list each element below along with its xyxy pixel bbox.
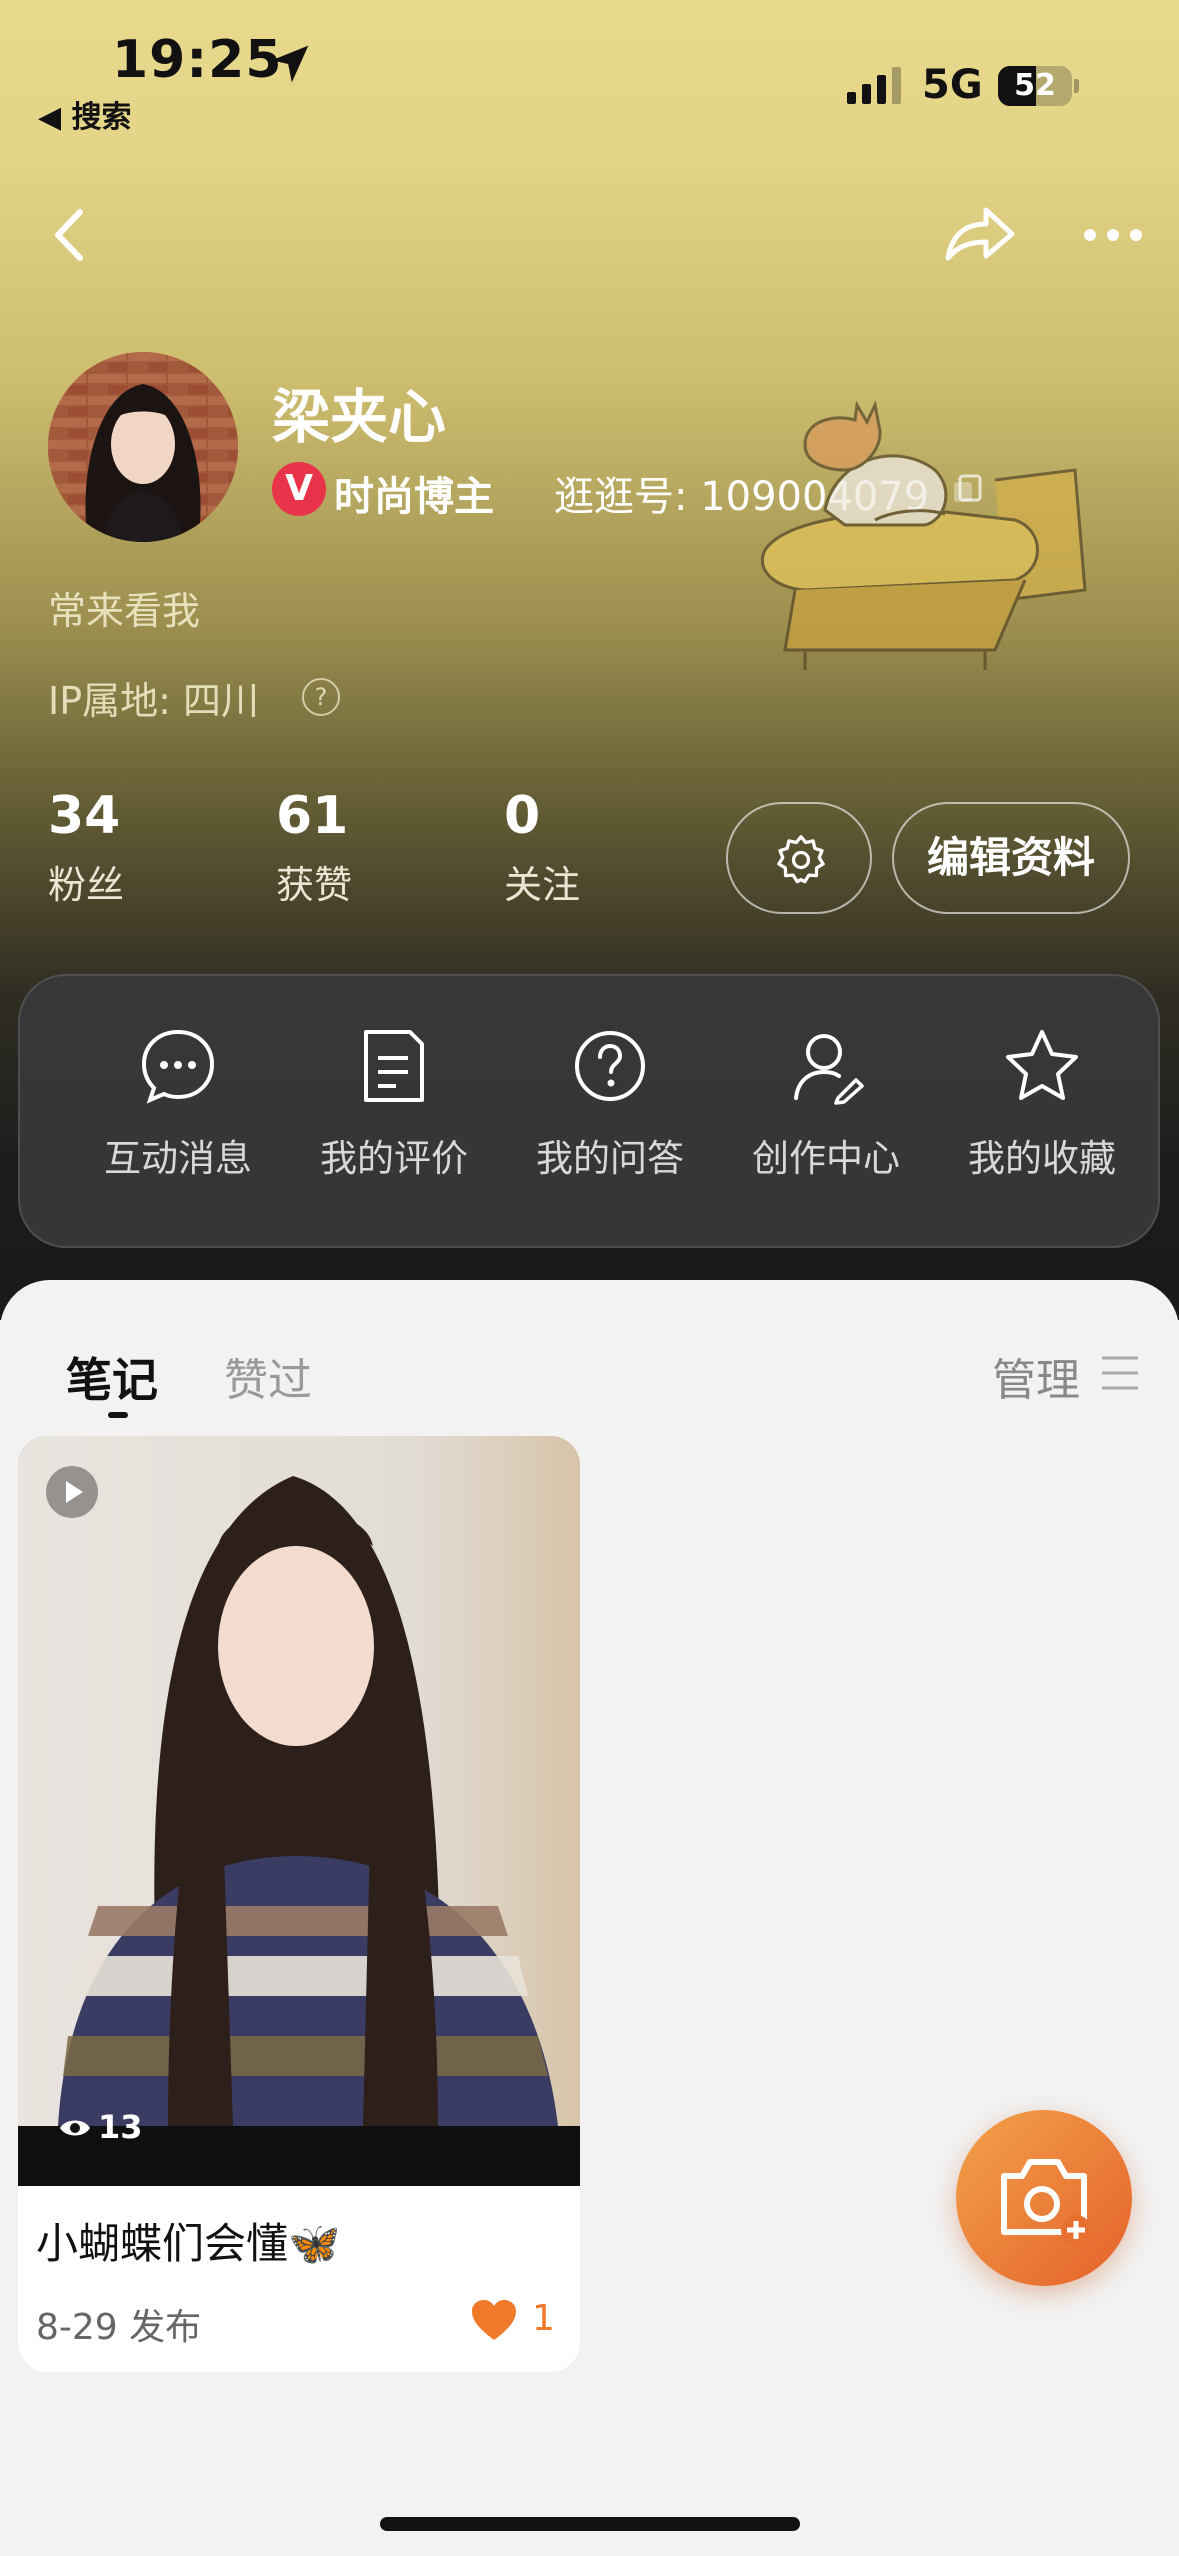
menu-item-label: 我的收藏 [968, 1137, 1116, 1180]
avatar[interactable] [48, 352, 238, 542]
quick-menu: 互动消息 我的评价 我的问答 创作中心 我的收藏 [18, 974, 1160, 1248]
like-count: 1 [532, 2298, 555, 2339]
creator-icon [794, 1034, 864, 1105]
user-role: 时尚博主 [334, 474, 494, 520]
menu-item-label: 创作中心 [752, 1137, 900, 1180]
menu-item-messages[interactable]: 互动消息 [68, 1026, 288, 1182]
stat-label: 关注 [504, 863, 581, 907]
stat-value: 0 [504, 786, 541, 846]
menu-item-label: 我的问答 [536, 1137, 684, 1180]
question-icon [575, 1031, 645, 1101]
stat-following[interactable]: 0 关注 [504, 786, 580, 909]
back-icon[interactable] [40, 200, 100, 270]
battery-percent: 52 [1014, 68, 1056, 103]
battery-indicator: 52 [998, 66, 1080, 106]
share-icon[interactable] [940, 200, 1020, 270]
cellular-signal-icon [847, 67, 901, 104]
edit-profile-button[interactable]: 编辑资料 [892, 802, 1130, 914]
status-time: 19:25 [112, 30, 283, 90]
avatar-photo [48, 352, 238, 542]
verified-badge: V [272, 462, 326, 516]
note-cover-image[interactable]: 13 [18, 1436, 580, 2186]
user-bio: 常来看我 [48, 589, 201, 633]
camera-add-icon [1001, 2159, 1091, 2245]
tab-liked[interactable]: 赞过 [224, 1344, 312, 1408]
heart-icon[interactable] [470, 2298, 518, 2342]
create-post-button[interactable] [956, 2110, 1132, 2286]
menu-item-creator-center[interactable]: 创作中心 [716, 1026, 936, 1182]
active-tab-indicator [108, 1412, 128, 1418]
stat-label: 粉丝 [48, 863, 125, 907]
home-indicator[interactable] [380, 2517, 800, 2531]
ip-location: IP属地: 四川 [48, 679, 260, 723]
eye-icon [60, 2120, 90, 2136]
gear-icon [777, 835, 825, 884]
settings-button[interactable] [726, 802, 872, 914]
network-type: 5G [922, 62, 983, 108]
stat-value: 61 [276, 786, 349, 846]
stat-value: 34 [48, 786, 121, 846]
cat-on-sofa-illustration [761, 400, 1087, 670]
note-title: 小蝴蝶们会懂🦋 [36, 2219, 341, 2268]
note-date: 8-29 发布 [36, 2307, 202, 2348]
star-icon [1006, 1030, 1078, 1100]
document-icon [364, 1030, 424, 1102]
tab-notes[interactable]: 笔记 [66, 1344, 158, 1410]
menu-item-qa[interactable]: 我的问答 [500, 1026, 720, 1182]
list-menu-icon[interactable] [1100, 1352, 1140, 1394]
view-count: 13 [98, 2108, 143, 2146]
username: 梁夹心 [272, 383, 447, 451]
note-card[interactable]: 13 小蝴蝶们会懂🦋 8-29 发布 1 [18, 1436, 580, 2372]
back-to-app-link[interactable]: ◀ 搜索 [38, 92, 132, 136]
menu-item-favorites[interactable]: 我的收藏 [932, 1026, 1152, 1182]
stat-likes-received[interactable]: 61 获赞 [276, 786, 352, 909]
menu-item-label: 互动消息 [104, 1137, 252, 1180]
chat-bubble-icon [141, 1029, 215, 1104]
cover-photo [18, 1436, 580, 2186]
more-options-icon[interactable] [1078, 210, 1148, 260]
location-arrow-icon [271, 45, 309, 83]
menu-item-reviews[interactable]: 我的评价 [284, 1026, 504, 1182]
ip-help-icon[interactable]: ? [302, 678, 340, 716]
stat-label: 获赞 [276, 863, 353, 907]
stat-followers[interactable]: 34 粉丝 [48, 786, 124, 909]
manage-button[interactable]: 管理 [992, 1344, 1080, 1408]
menu-item-label: 我的评价 [320, 1137, 468, 1180]
video-play-icon [46, 1466, 98, 1518]
